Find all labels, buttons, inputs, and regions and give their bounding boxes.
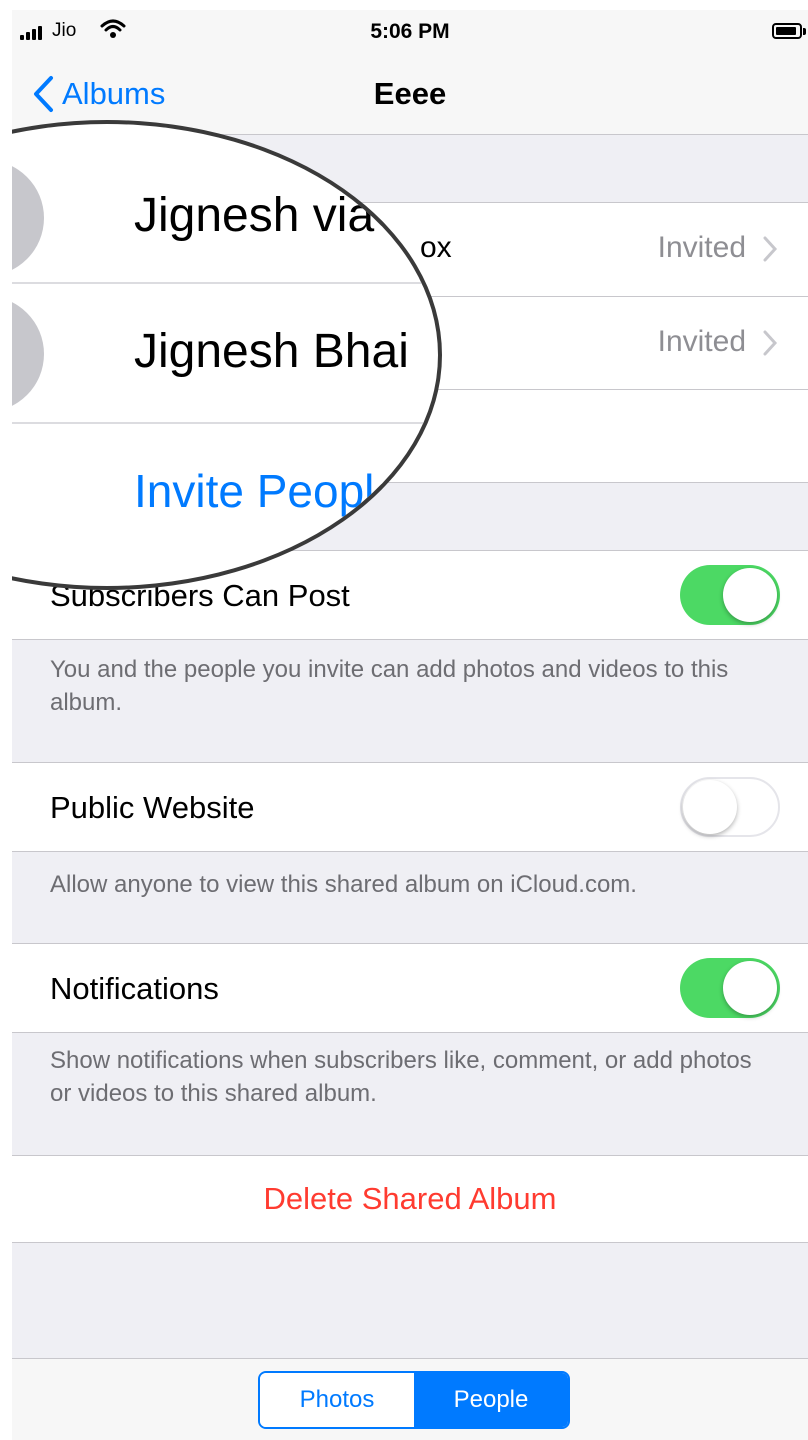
album-title: Eeee [373, 76, 447, 111]
delete-shared-album-button[interactable]: Delete Shared Album [12, 1181, 808, 1217]
status-time: 5:06 PM [370, 20, 450, 43]
person-name: Jignesh via [134, 189, 375, 242]
battery-nub [803, 28, 806, 35]
avatar: J [12, 296, 44, 412]
separator [12, 1032, 808, 1033]
segment-photos[interactable]: Photos [260, 1373, 414, 1427]
separator [12, 422, 438, 424]
setting-footnote: Allow anyone to view this shared album o… [50, 871, 637, 898]
chevron-right-icon [763, 330, 778, 356]
battery-icon [772, 23, 802, 39]
toggle-knob [723, 568, 777, 622]
invite-status: Invited [657, 325, 746, 358]
segmented-control: Photos People [258, 1371, 570, 1429]
setting-label: Notifications [50, 971, 219, 1006]
subscribers-can-post-toggle[interactable] [680, 565, 780, 625]
delete-row: Delete Shared Album [12, 1156, 808, 1242]
separator [12, 639, 808, 640]
separator [12, 1242, 808, 1243]
invite-people-button[interactable]: Invite Peopl [134, 464, 374, 518]
person-name: Jignesh Bhai [134, 325, 409, 378]
separator [12, 851, 808, 852]
setting-label: Public Website [50, 790, 255, 825]
toggle-knob [723, 961, 777, 1015]
chevron-right-icon [763, 236, 778, 262]
separator [12, 282, 438, 284]
magnifier-overlay: JD Jignesh via J Jignesh Bhai Invite Peo… [12, 120, 442, 590]
bottom-toolbar: Photos People [12, 1358, 808, 1440]
public-website-toggle[interactable] [680, 777, 780, 837]
avatar: JD [12, 160, 44, 276]
notifications-row: Notifications [12, 944, 808, 1032]
screenshot-edge [0, 0, 12, 1440]
notifications-toggle[interactable] [680, 958, 780, 1018]
segment-people[interactable]: People [414, 1373, 568, 1427]
setting-footnote: Show notifications when subscribers like… [50, 1047, 752, 1107]
public-website-row: Public Website [12, 763, 808, 851]
phone-screen: Jio 5:06 PM Albums Eeee ox Invited Invit… [12, 10, 808, 1440]
status-bar: Jio 5:06 PM [12, 10, 808, 52]
invite-status: Invited [657, 231, 746, 264]
setting-footnote: You and the people you invite can add ph… [50, 656, 729, 716]
toggle-knob [683, 780, 737, 834]
